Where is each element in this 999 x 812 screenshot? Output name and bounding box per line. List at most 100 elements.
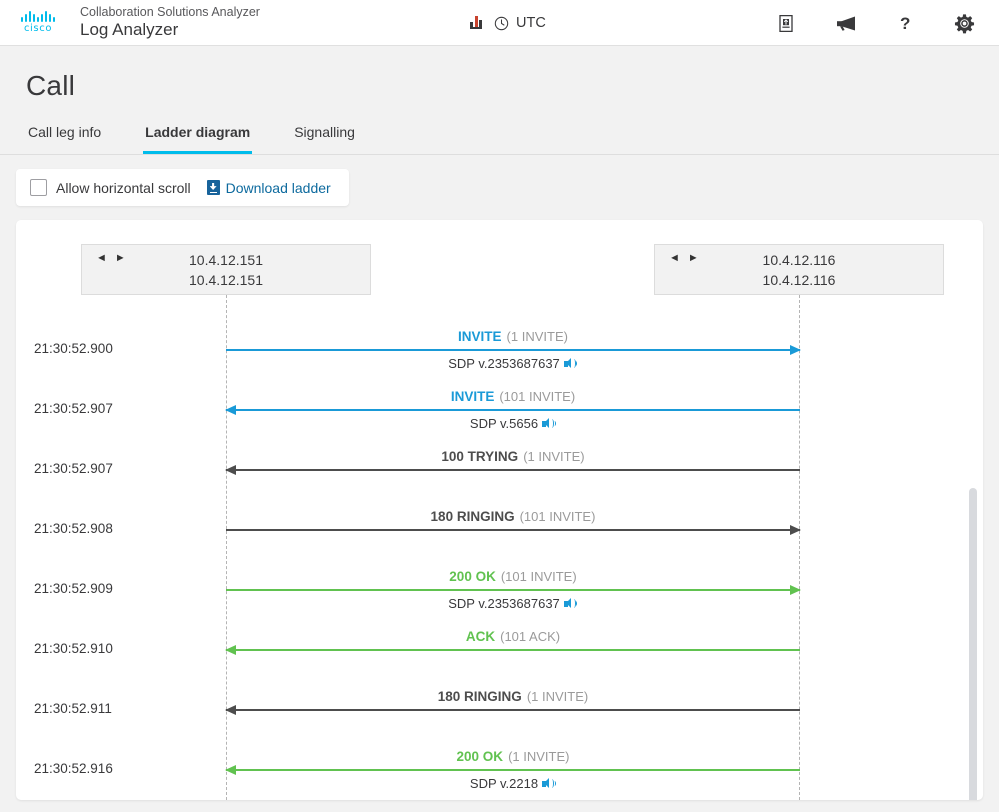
message-sdp-label: SDP v.2353687637 [448, 356, 560, 371]
cisco-bars-icon [21, 11, 55, 22]
page-body: Call Call leg info Ladder diagram Signal… [0, 46, 999, 812]
message-timestamp: 21:30:52.907 [34, 461, 113, 476]
message-arrow-line [226, 589, 800, 591]
message-arrow-line [226, 709, 800, 711]
message-arrow-head-left [225, 765, 236, 775]
megaphone-icon[interactable] [835, 15, 857, 32]
ladder-canvas: ◄ ► 10.4.12.151 10.4.12.151 ◄ ► 10.4.12.… [16, 220, 983, 800]
message-sdp-row: SDP v.5656 [226, 416, 800, 431]
message-sdp-row: SDP v.2218 [226, 776, 800, 791]
message-arrow-line [226, 469, 800, 471]
message-label: 200 OK (101 INVITE) [226, 569, 800, 584]
endpoint-left-name-top: 10.4.12.151 [189, 251, 263, 268]
message-sdp-row: SDP v.2353687637 [226, 596, 800, 611]
message-label: 100 TRYING (1 INVITE) [226, 449, 800, 464]
message-arrow-line [226, 769, 800, 771]
message-call-id: (1 INVITE) [508, 749, 570, 764]
app-title-block: Collaboration Solutions Analyzer Log Ana… [80, 5, 260, 39]
endpoint-box-right[interactable]: ◄ ► 10.4.12.116 10.4.12.116 [654, 244, 944, 295]
message-sdp-row: SDP v.2353687637 [226, 356, 800, 371]
message-arrow-head-left [225, 405, 236, 415]
product-name: Collaboration Solutions Analyzer [80, 5, 260, 20]
speaker-icon[interactable] [542, 418, 556, 429]
message-method: 180 RINGING [437, 689, 522, 704]
message-sdp-label: SDP v.2353687637 [448, 596, 560, 611]
speaker-icon[interactable] [563, 358, 578, 369]
message-label: INVITE (101 INVITE) [226, 389, 800, 404]
message-arrow-head-right [790, 345, 801, 355]
message-method: 200 OK [449, 569, 496, 584]
allow-horizontal-scroll-checkbox[interactable] [30, 179, 47, 196]
header-right-icons: ? [779, 0, 975, 46]
endpoint-right-nav-arrows[interactable]: ◄ ► [669, 253, 699, 264]
message-arrow-head-left [225, 705, 236, 715]
message-call-id: (1 INVITE) [506, 329, 568, 344]
app-name: Log Analyzer [80, 20, 179, 40]
message-timestamp: 21:30:52.908 [34, 521, 113, 536]
app-header: cisco Collaboration Solutions Analyzer L… [0, 0, 999, 46]
message-timestamp: 21:30:52.916 [34, 761, 113, 776]
message-arrow-line [226, 649, 800, 651]
cisco-wordmark: cisco [23, 23, 53, 34]
message-method: 200 OK [456, 749, 504, 764]
message-method: 180 RINGING [430, 509, 515, 524]
message-label: ACK (101 ACK) [226, 629, 800, 644]
chevron-right-icon[interactable]: ► [115, 253, 126, 264]
toolbar-region: Allow horizontal scroll Download ladder [0, 155, 999, 206]
message-timestamp: 21:30:52.909 [34, 581, 113, 596]
speaker-icon[interactable] [563, 598, 578, 609]
tab-call-leg-info[interactable]: Call leg info [26, 120, 103, 154]
timezone-selector[interactable]: UTC [494, 15, 546, 31]
message-label: 180 RINGING (1 INVITE) [226, 689, 800, 704]
tab-bar: Call leg info Ladder diagram Signalling [0, 120, 999, 155]
message-arrow-line [226, 529, 800, 531]
message-arrow-line [226, 349, 800, 351]
endpoint-right-name-top: 10.4.12.116 [762, 251, 836, 268]
help-icon[interactable]: ? [899, 14, 912, 33]
ladder-vertical-scrollbar[interactable] [969, 488, 977, 800]
message-call-id: (101 INVITE) [499, 389, 576, 404]
endpoint-box-left[interactable]: ◄ ► 10.4.12.151 10.4.12.151 [81, 244, 371, 295]
message-sdp-label: SDP v.5656 [469, 416, 539, 431]
download-icon [206, 180, 220, 195]
document-upload-icon[interactable] [779, 14, 793, 32]
timezone-label: UTC [516, 15, 546, 31]
chevron-left-icon[interactable]: ◄ [96, 253, 107, 264]
download-ladder-button[interactable]: Download ladder [206, 180, 331, 196]
message-timestamp: 21:30:52.910 [34, 641, 113, 656]
message-label: INVITE (1 INVITE) [226, 329, 800, 344]
chevron-right-icon[interactable]: ► [688, 253, 699, 264]
allow-horizontal-scroll-row[interactable]: Allow horizontal scroll [30, 179, 191, 196]
message-arrow-head-right [790, 525, 801, 535]
message-method: INVITE [450, 389, 495, 404]
chevron-left-icon[interactable]: ◄ [669, 253, 680, 264]
message-timestamp: 21:30:52.907 [34, 401, 113, 416]
message-method: 100 TRYING [441, 449, 519, 464]
message-timestamp: 21:30:52.911 [34, 701, 112, 716]
settings-gear-icon[interactable] [954, 13, 975, 34]
message-arrow-line [226, 409, 800, 411]
bar-chart-icon[interactable] [470, 16, 482, 29]
message-arrow-head-left [225, 465, 236, 475]
message-label: 180 RINGING (101 INVITE) [226, 509, 800, 524]
message-timestamp: 21:30:52.900 [34, 341, 113, 356]
message-method: INVITE [458, 329, 502, 344]
endpoint-left-name-bottom: 10.4.12.151 [189, 272, 263, 288]
message-label: 200 OK (1 INVITE) [226, 749, 800, 764]
header-center-controls: UTC [470, 0, 546, 46]
speaker-icon[interactable] [542, 778, 556, 789]
tab-ladder-diagram[interactable]: Ladder diagram [143, 120, 253, 154]
message-call-id: (101 INVITE) [519, 509, 596, 524]
message-call-id: (1 INVITE) [523, 449, 585, 464]
message-call-id: (101 ACK) [500, 629, 561, 644]
tab-signalling[interactable]: Signalling [292, 120, 357, 154]
message-arrow-head-right [790, 585, 801, 595]
message-call-id: (101 INVITE) [500, 569, 577, 584]
endpoint-right-name-bottom: 10.4.12.116 [762, 272, 836, 288]
message-method: ACK [465, 629, 496, 644]
cisco-logo[interactable]: cisco [10, 11, 66, 34]
message-sdp-label: SDP v.2218 [469, 776, 539, 791]
endpoint-left-nav-arrows[interactable]: ◄ ► [96, 253, 126, 264]
ladder-toolbar: Allow horizontal scroll Download ladder [16, 169, 349, 206]
message-arrow-head-left [225, 645, 236, 655]
